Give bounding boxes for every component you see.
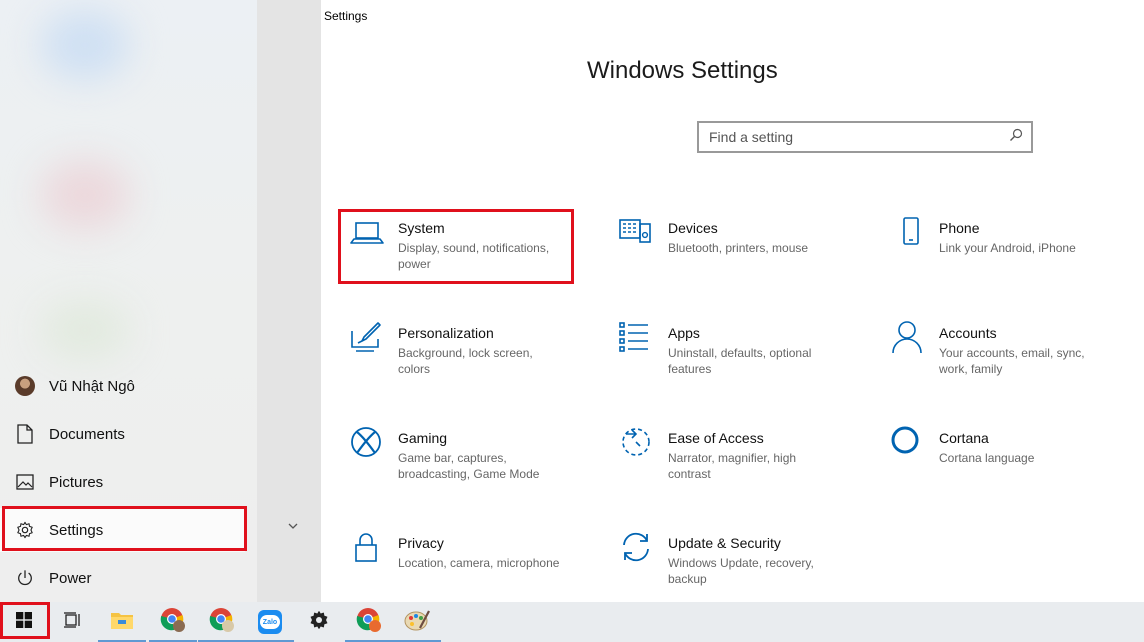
- tile-ease-of-access[interactable]: Ease of Access Narrator, magnifier, high…: [610, 420, 840, 500]
- paint-icon: [404, 608, 430, 637]
- taskbar-zalo[interactable]: Zalo: [246, 602, 294, 642]
- window-title: Settings: [324, 9, 368, 23]
- tile-title: Phone: [939, 220, 980, 236]
- taskbar-paint[interactable]: [393, 602, 441, 642]
- tile-description: Your accounts, email, sync, work, family: [939, 346, 1085, 376]
- tile-title: Gaming: [398, 430, 448, 446]
- tile-title: Apps: [668, 325, 700, 341]
- chrome-icon: [356, 607, 382, 638]
- power-item[interactable]: Power: [0, 556, 245, 600]
- search-input[interactable]: [709, 129, 989, 145]
- ease-of-access-icon: [618, 424, 654, 460]
- tile-title: Ease of Access: [668, 430, 764, 446]
- zalo-icon: Zalo: [258, 610, 282, 634]
- tile-description: Uninstall, defaults, optional features: [668, 346, 812, 376]
- pictures-label: Pictures: [49, 473, 104, 491]
- document-icon: [0, 424, 49, 444]
- user-avatar: [14, 376, 35, 396]
- phone-icon: [889, 214, 925, 250]
- tile-title: Cortana: [939, 430, 989, 446]
- tile-title: Personalization: [398, 325, 494, 341]
- tile-description: Background, lock screen, colors: [398, 346, 533, 376]
- person-icon: [889, 319, 925, 355]
- cortana-icon: [889, 424, 925, 460]
- tile-description: Game bar, captures, broadcasting, Game M…: [398, 451, 540, 481]
- xbox-icon: [348, 424, 384, 460]
- tile-description: Location, camera, microphone: [398, 556, 560, 570]
- tile-description: Narrator, magnifier, high contrast: [668, 451, 797, 481]
- tile-title: Devices: [668, 220, 718, 236]
- tile-phone[interactable]: Phone Link your Android, iPhone: [881, 210, 1111, 290]
- task-view-button[interactable]: [48, 602, 96, 642]
- taskbar: Zalo: [0, 602, 1144, 642]
- user-account-item[interactable]: Vũ Nhật Ngô: [0, 364, 245, 408]
- settings-item[interactable]: Settings: [0, 508, 245, 552]
- start-menu: Vũ Nhật Ngô Documents Pictures Settings …: [0, 0, 257, 602]
- tile-personalization[interactable]: Personalization Background, lock screen,…: [340, 315, 570, 395]
- file-explorer-icon: [110, 610, 134, 635]
- chevron-down-icon[interactable]: [287, 518, 299, 536]
- taskbar-chrome-2[interactable]: [198, 602, 246, 642]
- tile-accounts[interactable]: Accounts Your accounts, email, sync, wor…: [881, 315, 1111, 395]
- start-button[interactable]: [0, 602, 48, 642]
- search-icon[interactable]: [1009, 128, 1023, 147]
- tile-apps[interactable]: Apps Uninstall, defaults, optional featu…: [610, 315, 840, 395]
- gear-icon: [309, 610, 329, 635]
- tile-cortana[interactable]: Cortana Cortana language: [881, 420, 1111, 500]
- tile-devices[interactable]: Devices Bluetooth, printers, mouse: [610, 210, 840, 290]
- chrome-icon: [209, 607, 235, 638]
- tile-description: Display, sound, notifications, power: [398, 241, 550, 271]
- power-icon: [0, 569, 49, 587]
- apps-icon: [618, 319, 654, 355]
- tile-privacy[interactable]: Privacy Location, camera, microphone: [340, 525, 570, 605]
- windows-start-icon: [16, 611, 32, 633]
- search-box[interactable]: [697, 121, 1033, 153]
- taskbar-chrome-1[interactable]: [149, 602, 197, 642]
- tile-title: Accounts: [939, 325, 997, 341]
- tile-title: System: [398, 220, 445, 236]
- start-menu-tile-strip: [257, 0, 321, 602]
- documents-label: Documents: [49, 425, 125, 443]
- tile-system[interactable]: System Display, sound, notifications, po…: [340, 210, 570, 290]
- laptop-icon: [348, 214, 384, 250]
- power-label: Power: [49, 569, 92, 587]
- taskbar-file-explorer[interactable]: [98, 602, 146, 642]
- taskbar-settings[interactable]: [295, 602, 343, 642]
- task-view-icon: [63, 611, 81, 633]
- tile-title: Update & Security: [668, 535, 781, 551]
- pictures-icon: [0, 474, 49, 490]
- tile-gaming[interactable]: Gaming Game bar, captures, broadcasting,…: [340, 420, 570, 500]
- update-icon: [618, 529, 654, 565]
- tile-title: Privacy: [398, 535, 444, 551]
- zalo-label: Zalo: [260, 615, 280, 629]
- settings-label: Settings: [49, 521, 104, 539]
- page-title: Windows Settings: [587, 57, 778, 84]
- lock-icon: [348, 529, 384, 565]
- tile-update-security[interactable]: Update & Security Windows Update, recove…: [610, 525, 840, 605]
- taskbar-chrome-3[interactable]: [345, 602, 393, 642]
- tile-description: Windows Update, recovery, backup: [668, 556, 814, 586]
- user-name-label: Vũ Nhật Ngô: [49, 377, 135, 395]
- tile-description: Cortana language: [939, 451, 1035, 465]
- chrome-icon: [160, 607, 186, 638]
- documents-item[interactable]: Documents: [0, 412, 245, 456]
- tile-description: Bluetooth, printers, mouse: [668, 241, 809, 255]
- pictures-item[interactable]: Pictures: [0, 460, 245, 504]
- tile-description: Link your Android, iPhone: [939, 241, 1076, 255]
- devices-icon: [618, 214, 654, 250]
- settings-window: Settings Windows Settings System Display…: [321, 0, 1144, 602]
- personalization-icon: [348, 319, 384, 355]
- gear-icon: [0, 521, 49, 539]
